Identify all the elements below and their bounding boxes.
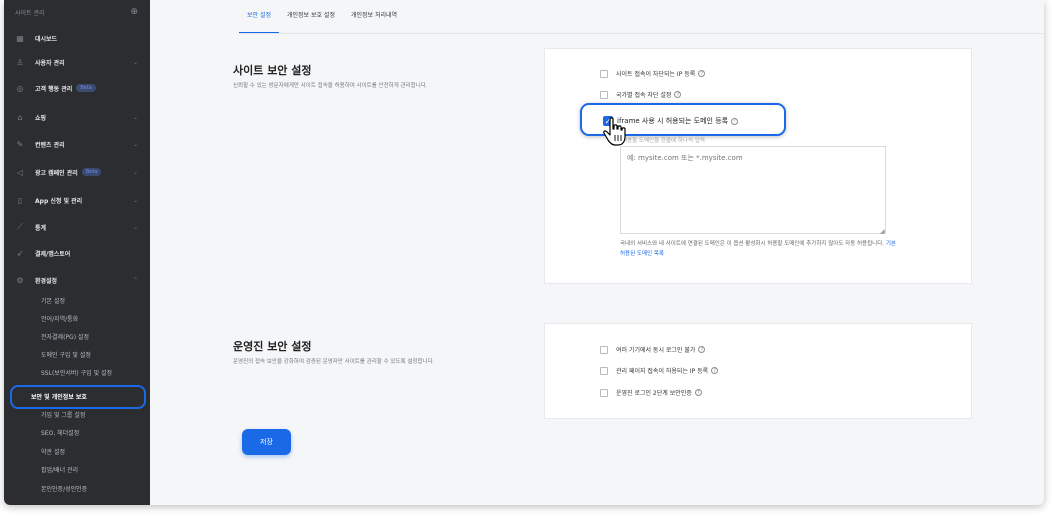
hand-cursor-icon [603,117,626,146]
checkbox[interactable] [600,69,608,78]
note-text: 국내외 서비스와 내 사이트에 연결된 도메인은 이 옵션 활성화시 허용할 도… [620,241,885,247]
sidebar-item-label: 통계 [35,224,47,232]
chevron-down-icon: ⌄ [132,113,138,121]
chart-icon: ⟋ [17,222,23,231]
checkbox[interactable] [600,366,608,375]
admin-security-title: 운영진 보안 설정 [233,340,312,353]
sidebar-sub-auth[interactable]: 본인인증/성인인증 [4,480,150,497]
tab-privacy[interactable]: 개인정보 보호 설정 [279,0,343,34]
main-content: 보안 설정 개인정보 보호 설정 개인정보 처리내역 사이트 보안 설정 신뢰할… [150,0,1044,505]
sidebar-header-label: 사이트 관리 [15,9,45,17]
tab-bar: 보안 설정 개인정보 보호 설정 개인정보 처리내역 [239,0,405,34]
option-single-login[interactable]: 여러 기기에서 동시 로그인 불가 ? [600,345,706,354]
sidebar-sub-domain[interactable]: 도메인 구입 및 설정 [4,346,150,363]
megaphone-icon: ◁ [16,167,24,177]
option-2fa[interactable]: 운영진 로그인 2단계 보안인증 ? [600,388,702,397]
chevron-down-icon: ⌄ [132,196,138,204]
sidebar-item-label: 환경설정 [35,277,58,285]
sidebar-item-label: 사용자 관리 [35,59,65,67]
sidebar-sub-pg[interactable]: 전자결제(PG) 설정 [4,328,150,345]
gear-icon: ⚙ [16,275,24,285]
plus-circle-icon[interactable]: ⊕ [130,7,138,17]
dashboard-icon: ▦ [16,33,24,43]
beta-badge: Beta [81,168,102,176]
option-country-block[interactable]: 국가별 접속 차단 설정 ? [600,90,682,99]
checkbox[interactable] [600,90,608,99]
target-icon: ◎ [16,83,24,93]
option-label: 국가별 접속 차단 설정 [616,92,672,99]
textarea-hint: 허용할 도메인을 한줄에 하나씩 입력 [622,138,705,144]
option-blocked-ip[interactable]: 사이트 접속이 차단되는 IP 등록 ? [600,69,706,78]
sidebar-item-dashboard[interactable]: ▦ 대시보드 [4,28,150,48]
app-window: 사이트 관리 ⊕ ▦ 대시보드 ♙ 사용자 관리 ⌄ ◎ 고객 행동 관리 Be… [4,0,1044,505]
help-icon[interactable]: ? [711,367,719,374]
sidebar-item-ad-campaign[interactable]: ◁ 광고 캠페인 관리 Beta ⌄ [4,162,150,182]
chevron-down-icon: ⌄ [132,140,138,148]
sidebar-item-label: 쇼핑 [35,114,47,122]
option-label: 여러 기기에서 동시 로그인 불가 [616,347,696,354]
site-security-title: 사이트 보안 설정 [233,64,312,77]
sidebar-item-settings[interactable]: ⚙ 환경설정 ⌃ [4,270,150,290]
bag-icon: ⌂ [17,112,23,122]
chevron-down-icon: ⌄ [132,223,138,231]
sidebar-item-app[interactable]: ▯ App 신청 및 관리 ⌄ [4,190,150,210]
beta-badge: Beta [76,84,96,92]
sidebar-sub-terms[interactable]: 약관 설정 [4,443,150,460]
sidebar-header: 사이트 관리 ⊕ [4,0,150,24]
help-icon[interactable]: ? [674,91,682,98]
sidebar-sub-ssl[interactable]: SSL(보안서버) 구입 및 설정 [4,364,150,381]
domain-note: 국내외 서비스와 내 사이트에 연결된 도메인은 이 옵션 활성화시 허용할 도… [620,239,900,259]
resize-grip-icon[interactable]: ◢ [880,228,885,235]
sidebar-item-label: 결제/앱스토어 [35,250,71,258]
help-icon[interactable]: ? [698,346,706,353]
sidebar-item-stats[interactable]: ⟋ 통계 ⌄ [4,217,150,237]
sidebar-item-label: 고객 행동 관리 [35,85,73,93]
sidebar-item-content[interactable]: ✎ 컨텐츠 관리 ⌄ [4,134,150,154]
help-icon[interactable]: ? [694,389,702,396]
checkbox[interactable] [600,345,608,354]
sidebar-item-label: App 신청 및 관리 [35,197,83,205]
sidebar-item-label: 대시보드 [35,35,58,43]
sidebar-sub-seo[interactable]: SEO, 헤더설정 [4,424,150,441]
sidebar-item-label: 광고 캠페인 관리 [35,169,78,177]
sidebar-sub-basic[interactable]: 기본 설정 [4,292,150,309]
chevron-down-icon: ⌄ [132,58,138,66]
option-label: 사이트 접속이 차단되는 IP 등록 [616,71,696,78]
save-button[interactable]: 저장 [242,429,291,455]
checkbox[interactable] [600,388,608,397]
option-label: iframe 사용 시 허용되는 도메인 등록 [617,117,729,125]
chevron-up-icon: ⌃ [132,276,138,284]
help-icon[interactable]: ? [731,117,739,125]
allowed-domain-textarea[interactable] [620,146,886,234]
tab-security[interactable]: 보안 설정 [239,0,279,34]
sidebar: 사이트 관리 ⊕ ▦ 대시보드 ♙ 사용자 관리 ⌄ ◎ 고객 행동 관리 Be… [4,0,150,505]
tab-privacy-log[interactable]: 개인정보 처리내역 [343,0,405,34]
sidebar-sub-language[interactable]: 언어/지역/통화 [4,310,150,327]
edit-icon: ✎ [16,139,24,149]
active-item-highlight [10,385,146,409]
phone-icon: ▯ [17,195,23,205]
option-label: 운영진 로그인 2단계 보안인증 [616,390,692,397]
sidebar-item-users[interactable]: ♙ 사용자 관리 ⌄ [4,52,150,72]
tab-divider [239,33,1044,34]
sidebar-item-shopping[interactable]: ⌂ 쇼핑 ⌄ [4,107,150,127]
help-icon[interactable]: ? [698,70,706,77]
user-icon: ♙ [16,57,24,67]
sidebar-sub-popup[interactable]: 팝업/배너 관리 [4,461,150,478]
sidebar-item-payment[interactable]: ➶ 결제/앱스토어 [4,243,150,263]
admin-security-desc: 운영진의 접속 보안을 강화하여 검증된 운영자만 사이트를 관리할 수 있도록… [233,359,435,365]
sidebar-item-customer[interactable]: ◎ 고객 행동 관리 Beta [4,78,150,98]
sidebar-item-label: 컨텐츠 관리 [35,141,65,149]
option-admin-ip[interactable]: 관리 페이지 접속이 허용되는 IP 등록 ? [600,366,719,375]
site-security-desc: 신뢰할 수 있는 방문자에게만 사이트 접속을 허용하여 사이트를 안전하게 관… [233,83,428,89]
rocket-icon: ➶ [16,248,24,258]
chevron-down-icon: ⌄ [132,168,138,176]
option-label: 관리 페이지 접속이 허용되는 IP 등록 [616,368,709,375]
